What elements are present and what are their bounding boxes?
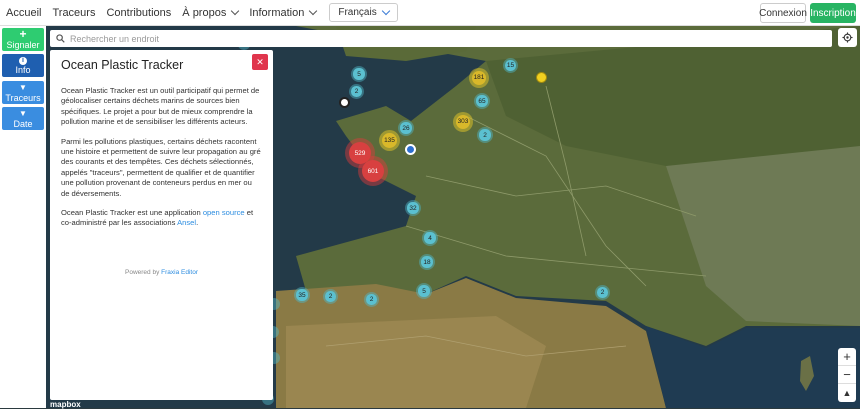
marker-cluster[interactable]: 2 <box>349 84 364 99</box>
zoom-controls: + − ▲ <box>838 348 856 402</box>
search-icon <box>56 34 65 43</box>
marker-single[interactable] <box>405 144 416 155</box>
info-panel: Ocean Plastic Tracker ✕ Ocean Plastic Tr… <box>50 50 273 400</box>
top-navbar: Accueil Traceurs Contributions À propos … <box>0 0 860 26</box>
geolocate-button[interactable] <box>838 28 857 47</box>
nav-about-dropdown[interactable]: À propos <box>182 6 240 19</box>
chevron-down-icon <box>309 6 318 16</box>
language-select[interactable]: Français <box>329 3 398 22</box>
marker-cluster[interactable]: 5 <box>416 283 432 299</box>
trackers-filter-label: Traceurs <box>5 92 41 103</box>
compass-button[interactable]: ▲ <box>838 384 856 402</box>
info-icon: i <box>19 56 27 65</box>
language-label: Français <box>338 7 377 18</box>
trackers-filter-button[interactable]: ▼ Traceurs <box>2 81 44 104</box>
marker-cluster[interactable]: 2 <box>323 289 338 304</box>
ansel-link[interactable]: Ansel <box>177 218 196 227</box>
filter-icon: ▼ <box>19 82 27 92</box>
chevron-down-icon <box>381 6 390 16</box>
panel-text: . <box>196 218 199 228</box>
marker-cluster[interactable]: 32 <box>405 200 421 216</box>
panel-text: Ocean Plastic Tracker est une applicatio… <box>61 208 203 218</box>
marker-cluster[interactable]: 2 <box>477 127 493 143</box>
marker-cluster[interactable]: 181 <box>469 68 489 88</box>
plus-icon: + <box>19 27 27 41</box>
zoom-out-button[interactable]: − <box>838 366 856 384</box>
marker-cluster[interactable]: 303 <box>453 112 473 132</box>
marker-cluster[interactable]: 5 <box>351 66 367 82</box>
filter-icon: ▼ <box>19 108 27 118</box>
place-search-input[interactable] <box>70 33 770 44</box>
marker-cluster[interactable]: 4 <box>422 230 438 246</box>
signup-button[interactable]: Inscription <box>810 3 856 23</box>
zoom-in-button[interactable]: + <box>838 348 856 366</box>
chevron-down-icon <box>231 6 240 16</box>
panel-title: Ocean Plastic Tracker <box>61 58 184 72</box>
nav-information-dropdown[interactable]: Information <box>249 6 318 19</box>
close-panel-button[interactable]: ✕ <box>252 54 268 70</box>
marker-cluster[interactable]: 135 <box>379 130 400 151</box>
marker-cluster[interactable]: 2 <box>595 285 610 300</box>
marker-cluster[interactable]: 2 <box>364 292 379 307</box>
powered-by: Powered by Fraxia Editor <box>61 269 262 276</box>
nav-trackers[interactable]: Traceurs <box>52 7 95 19</box>
report-button[interactable]: + Signaler <box>2 28 44 51</box>
marker-cluster[interactable]: 18 <box>419 254 435 270</box>
date-filter-button[interactable]: ▼ Date <box>2 107 44 130</box>
panel-paragraph: Parmi les pollutions plastiques, certain… <box>61 136 261 198</box>
marker-single[interactable] <box>536 72 547 83</box>
login-button[interactable]: Connexion <box>759 3 807 23</box>
place-search <box>50 30 832 47</box>
marker-cluster[interactable]: 15 <box>503 58 518 73</box>
report-label: Signaler <box>6 40 40 50</box>
nav-information-label: Information <box>249 6 305 19</box>
info-button[interactable]: i Info <box>2 54 44 77</box>
nav-contributions[interactable]: Contributions <box>106 7 171 19</box>
marker-single[interactable] <box>339 97 350 108</box>
nav-about-label: À propos <box>182 6 227 19</box>
close-icon: ✕ <box>256 56 264 67</box>
marker-cluster[interactable]: 601 <box>358 156 388 186</box>
marker-cluster[interactable]: 26 <box>398 120 414 136</box>
editor-link[interactable]: Fraxia Editor <box>161 269 198 276</box>
panel-paragraph: Ocean Plastic Tracker est un outil parti… <box>61 86 260 127</box>
open-source-link[interactable]: open source <box>203 208 245 217</box>
panel-paragraph: Ocean Plastic Tracker est une applicatio… <box>61 208 262 229</box>
marker-cluster[interactable]: 35 <box>294 287 310 303</box>
crosshair-icon <box>842 32 853 43</box>
date-filter-label: Date <box>13 118 33 129</box>
powered-text: Powered by <box>125 268 162 276</box>
nav-home[interactable]: Accueil <box>6 7 41 19</box>
marker-cluster[interactable]: 65 <box>474 93 490 109</box>
info-label: Info <box>15 64 31 75</box>
